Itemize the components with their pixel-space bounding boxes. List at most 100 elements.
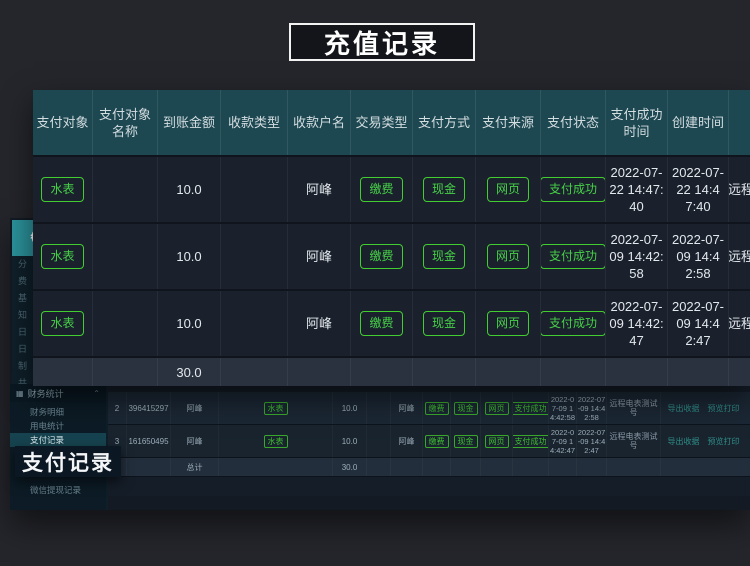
pay-status-badge: 支付成功 (512, 402, 548, 415)
col-header: 收款户名 (287, 90, 350, 155)
create-time: 2022-07-22 14:47:40 (667, 157, 728, 222)
chevron-up-icon: ⌃ (93, 389, 100, 398)
pay-object-badge: 水表 (264, 402, 288, 415)
table-total-row: 30.0 (33, 358, 750, 386)
remark: 远程电表测试号 (728, 224, 750, 289)
background-table: 2 396415297 阿峰 水表 10.0 阿峰 缴费 现金 网页 支付成功 … (108, 386, 750, 496)
table-total-row: 总计 30.0 (108, 458, 750, 477)
total-amount: 30.0 (332, 458, 366, 476)
sidebar-group-finance[interactable]: ▦ 财务统计 ⌃ (10, 384, 106, 402)
pay-method-badge: 现金 (423, 311, 465, 336)
col-header: 支付状态 (540, 90, 605, 155)
payer-name: 阿峰 (170, 425, 218, 457)
col-header: 创建时间 (667, 90, 728, 155)
sidebar-group-label: 财务统计 (28, 387, 64, 400)
col-header: 交易类型 (350, 90, 412, 155)
payer-name: 阿峰 (170, 392, 218, 424)
col-header: 支付成功时间 (605, 90, 667, 155)
object-name (92, 157, 157, 222)
trade-type-badge: 缴费 (360, 177, 402, 202)
pay-object-badge: 水表 (41, 311, 83, 336)
recv-type (220, 291, 287, 356)
col-header: 支付对象 (33, 90, 92, 155)
remark: 远程电表测试号 (606, 425, 660, 457)
success-time: 2022-07-09 14:42:47 (605, 291, 667, 356)
success-time: 2022-07-09 14:42:47 (548, 425, 576, 457)
remark: 远程电表测试号 (728, 291, 750, 356)
amount: 10.0 (157, 157, 220, 222)
create-time: 2022-07-09 14:42:47 (576, 425, 606, 457)
amount: 10.0 (332, 425, 366, 457)
sidebar-item-payment-records[interactable]: 支付记录 (10, 433, 106, 447)
success-time: 2022-07-09 14:42:58 (605, 224, 667, 289)
trade-type-badge: 缴费 (425, 435, 449, 448)
trade-type-badge: 缴费 (360, 311, 402, 336)
page-title: 充值记录 (289, 23, 475, 61)
row-number: 2 (108, 392, 126, 424)
pay-source-badge: 网页 (487, 311, 529, 336)
pay-object-badge: 水表 (41, 244, 83, 269)
pay-status-badge: 支付成功 (540, 177, 605, 202)
remark: 远程电表测试号 (728, 157, 750, 222)
sidebar-item-wechat-withdraw-records[interactable]: 微信提现记录 (10, 483, 106, 497)
pay-source-badge: 网页 (487, 177, 529, 202)
table-row: 水表 10.0 阿峰 缴费 现金 网页 支付成功 2022-07-09 14:4… (33, 224, 750, 289)
sidebar-item-finance-detail[interactable]: 财务明细 (10, 405, 106, 419)
pay-source-badge: 网页 (485, 402, 509, 415)
recv-type (220, 157, 287, 222)
zoom-callout-payment-records: 支付记录 (15, 446, 121, 477)
recv-type (220, 224, 287, 289)
amount: 10.0 (157, 291, 220, 356)
trade-type-badge: 缴费 (425, 402, 449, 415)
col-header (728, 90, 750, 155)
total-amount: 30.0 (157, 358, 220, 386)
success-time: 2022-07-22 14:47:40 (605, 157, 667, 222)
create-time: 2022-07-09 14:42:58 (667, 224, 728, 289)
empty-cell (366, 392, 390, 424)
total-label: 总计 (170, 458, 218, 476)
object-name (92, 224, 157, 289)
pay-object-badge: 水表 (264, 435, 288, 448)
recv-account: 阿峰 (390, 392, 422, 424)
col-header: 收款类型 (220, 90, 287, 155)
success-time: 2022-07-09 14:42:58 (548, 392, 576, 424)
pay-method-badge: 现金 (454, 402, 478, 415)
grid-icon: ▦ (16, 389, 24, 398)
table-row: 水表 10.0 阿峰 缴费 现金 网页 支付成功 2022-07-22 14:4… (33, 157, 750, 222)
table-header-row: 支付对象 支付对象名称 到账金额 收款类型 收款户名 交易类型 支付方式 支付来… (33, 90, 750, 155)
object-name (92, 291, 157, 356)
table-row: 3 161650495 阿峰 水表 10.0 阿峰 缴费 现金 网页 支付成功 … (108, 425, 750, 458)
col-header: 支付方式 (412, 90, 475, 155)
remark: 远程电表测试号 (606, 392, 660, 424)
export-receipt-link[interactable]: 导出收据 (668, 403, 700, 414)
pay-status-badge: 支付成功 (540, 244, 605, 269)
pay-method-badge: 现金 (423, 244, 465, 269)
recv-account: 阿峰 (390, 425, 422, 457)
col-header: 支付对象名称 (92, 90, 157, 155)
pay-source-badge: 网页 (487, 244, 529, 269)
empty-cell (366, 425, 390, 457)
trade-type-badge: 缴费 (360, 244, 402, 269)
pay-object-badge: 水表 (41, 177, 83, 202)
export-receipt-link[interactable]: 导出收据 (668, 436, 700, 447)
pay-status-badge: 支付成功 (540, 311, 605, 336)
amount: 10.0 (332, 392, 366, 424)
amount: 10.0 (157, 224, 220, 289)
pay-status-badge: 支付成功 (512, 435, 548, 448)
pay-method-badge: 现金 (423, 177, 465, 202)
sidebar-item-power-stats[interactable]: 用电统计 (10, 419, 106, 433)
record-id: 161650495 (126, 425, 170, 457)
recv-account: 阿峰 (287, 224, 350, 289)
col-header: 到账金额 (157, 90, 220, 155)
table-row: 2 396415297 阿峰 水表 10.0 阿峰 缴费 现金 网页 支付成功 … (108, 392, 750, 425)
pay-source-badge: 网页 (485, 435, 509, 448)
recv-account: 阿峰 (287, 291, 350, 356)
create-time: 2022-07-09 14:42:47 (667, 291, 728, 356)
table-row: 水表 10.0 阿峰 缴费 现金 网页 支付成功 2022-07-09 14:4… (33, 291, 750, 356)
page-title-text: 充值记录 (324, 24, 440, 61)
print-preview-link[interactable]: 预览打印 (708, 403, 740, 414)
col-header: 支付来源 (475, 90, 540, 155)
create-time: 2022-07-09 14:42:58 (576, 392, 606, 424)
pay-method-badge: 现金 (454, 435, 478, 448)
print-preview-link[interactable]: 预览打印 (708, 436, 740, 447)
